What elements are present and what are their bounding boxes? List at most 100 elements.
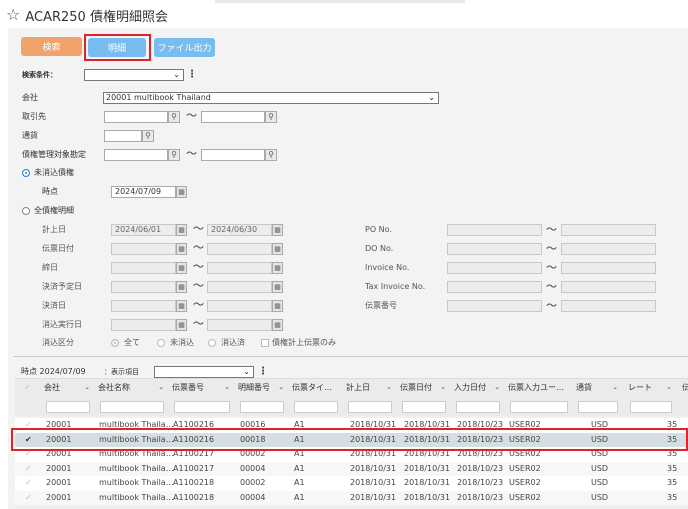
calendar-icon[interactable]: ▦ xyxy=(176,186,187,198)
table-row[interactable]: ✓ 20001 multibook Thaila… A1100218 00004… xyxy=(15,490,688,506)
column-filter-input[interactable] xyxy=(46,401,90,413)
column-header[interactable]: 通貨 ⌄ xyxy=(576,380,622,395)
settle-date-to-input[interactable] xyxy=(207,300,272,312)
column-filter-input[interactable] xyxy=(294,401,338,413)
page: ☆ ACAR250 債権明細照会 検索 明細 ファイル出力 検索条件： ⌄ ⋮ … xyxy=(0,0,688,509)
po-to-input[interactable] xyxy=(561,224,656,236)
column-filter-input[interactable] xyxy=(348,401,392,413)
column-header[interactable]: 伝票番号 ⌄ xyxy=(172,380,234,395)
do-to-input[interactable] xyxy=(561,243,656,255)
magnifier-icon[interactable]: ⚲ xyxy=(168,111,180,123)
column-filter-input[interactable] xyxy=(402,401,446,413)
calendar-icon[interactable]: ▦ xyxy=(176,224,187,236)
calendar-icon[interactable]: ▦ xyxy=(272,224,283,236)
tax-invoice-to-input[interactable] xyxy=(561,281,656,293)
display-items-menu-icon[interactable]: ⋮ xyxy=(258,366,268,378)
settle-plan-to-input[interactable] xyxy=(207,281,272,293)
column-header[interactable]: 伝票日付 ⌄ xyxy=(400,380,450,395)
favorite-star-icon[interactable]: ☆ xyxy=(6,7,20,23)
range-tilde: 〜 xyxy=(546,280,557,293)
column-header[interactable]: 会社 ⌄ xyxy=(44,380,94,395)
display-items-label: ：表示項目 xyxy=(104,368,139,376)
all-radio[interactable] xyxy=(22,207,30,215)
column-header[interactable]: 伝票タイ… xyxy=(292,380,342,395)
header-check[interactable]: ✓ xyxy=(24,380,40,395)
table-row[interactable]: ✓ 20001 multibook Thaila… A1100217 00004… xyxy=(15,461,688,477)
accrual-to-input[interactable]: 2024/06/30 xyxy=(207,224,272,236)
column-filter-input[interactable] xyxy=(510,401,568,413)
search-button[interactable]: 検索 xyxy=(21,37,82,56)
table-row[interactable]: ✓ 20001 multibook Thaila… A1100218 00002… xyxy=(15,476,688,491)
column-filter-input[interactable] xyxy=(578,401,618,413)
tax-invoice-from-input[interactable] xyxy=(447,281,542,293)
invoice-from-input[interactable] xyxy=(447,262,542,274)
page-title-text: ACAR250 債権明細照会 xyxy=(25,9,168,25)
calendar-icon[interactable]: ▦ xyxy=(176,262,187,274)
search-condition-select[interactable]: ⌄ xyxy=(84,69,184,81)
currency-input[interactable] xyxy=(104,130,142,142)
calendar-icon[interactable]: ▦ xyxy=(272,300,283,312)
account-label: 債権管理対象勘定 xyxy=(22,150,86,159)
display-items-select[interactable]: ⌄ xyxy=(154,366,254,378)
clear-none-radio[interactable] xyxy=(157,339,165,347)
row-check-icon[interactable]: ✓ xyxy=(25,462,32,477)
calendar-icon[interactable]: ▦ xyxy=(176,300,187,312)
settle-date-from-input[interactable] xyxy=(111,300,176,312)
file-output-button[interactable]: ファイル出力 xyxy=(154,38,215,57)
slip-date-to-input[interactable] xyxy=(207,243,272,255)
due-date-label: 締日 xyxy=(42,263,58,272)
row-check-icon[interactable]: ✓ xyxy=(25,476,32,491)
column-filter-input[interactable] xyxy=(100,401,164,413)
accrual-only-checkbox[interactable] xyxy=(261,339,269,347)
clear-done-radio[interactable] xyxy=(208,339,216,347)
point-date-input[interactable]: 2024/07/09 xyxy=(111,186,176,198)
accrual-from-input[interactable]: 2024/06/01 xyxy=(111,224,176,236)
column-header[interactable]: 明細番号 ⌄ xyxy=(238,380,288,395)
magnifier-icon[interactable]: ⚲ xyxy=(168,149,180,161)
range-tilde: 〜 xyxy=(546,261,557,274)
column-header[interactable]: 伝票入力ユー… xyxy=(508,380,572,395)
account-to-input[interactable] xyxy=(201,149,265,161)
magnifier-icon[interactable]: ⚲ xyxy=(142,130,154,142)
invoice-to-input[interactable] xyxy=(561,262,656,274)
column-filter-input[interactable] xyxy=(240,401,284,413)
column-header[interactable]: 計上日 ⌄ xyxy=(346,380,396,395)
company-select[interactable]: 20001 multibook Thailand ⌄ xyxy=(103,92,439,104)
slip-no-from-input[interactable] xyxy=(447,300,542,312)
detail-button[interactable]: 明細 xyxy=(88,38,146,57)
column-header[interactable]: 伝 xyxy=(682,380,688,395)
unpaid-radio[interactable] xyxy=(22,169,30,177)
search-condition-menu-icon[interactable]: ⋮ xyxy=(187,69,197,81)
slip-no-to-input[interactable] xyxy=(561,300,656,312)
column-header[interactable]: レート ⌄ xyxy=(628,380,676,395)
magnifier-icon[interactable]: ⚲ xyxy=(265,149,277,161)
column-header[interactable]: 入力日付 ⌄ xyxy=(454,380,504,395)
calendar-icon[interactable]: ▦ xyxy=(176,281,187,293)
partner-from-input[interactable] xyxy=(104,111,168,123)
column-header[interactable]: 会社名称 ⌄ xyxy=(98,380,168,395)
due-date-to-input[interactable] xyxy=(207,262,272,274)
do-from-input[interactable] xyxy=(447,243,542,255)
clear-date-to-input[interactable] xyxy=(207,319,272,331)
partner-to-input[interactable] xyxy=(201,111,265,123)
calendar-icon[interactable]: ▦ xyxy=(272,243,283,255)
clear-date-from-input[interactable] xyxy=(111,319,176,331)
settle-plan-from-input[interactable] xyxy=(111,281,176,293)
calendar-icon[interactable]: ▦ xyxy=(272,262,283,274)
calendar-icon[interactable]: ▦ xyxy=(272,319,283,331)
column-filter-input[interactable] xyxy=(456,401,500,413)
magnifier-icon[interactable]: ⚲ xyxy=(265,111,277,123)
column-filter-input[interactable] xyxy=(630,401,672,413)
calendar-icon[interactable]: ▦ xyxy=(176,319,187,331)
clear-all-radio[interactable] xyxy=(111,339,119,347)
accrual-only-label: 債権計上伝票のみ xyxy=(272,338,336,347)
calendar-icon[interactable]: ▦ xyxy=(176,243,187,255)
po-from-input[interactable] xyxy=(447,224,542,236)
account-from-input[interactable] xyxy=(104,149,168,161)
due-date-from-input[interactable] xyxy=(111,262,176,274)
column-filter-input[interactable] xyxy=(174,401,230,413)
slip-date-from-input[interactable] xyxy=(111,243,176,255)
calendar-icon[interactable]: ▦ xyxy=(272,281,283,293)
row-check-icon[interactable]: ✓ xyxy=(25,491,32,506)
do-label: DO No. xyxy=(365,244,394,253)
